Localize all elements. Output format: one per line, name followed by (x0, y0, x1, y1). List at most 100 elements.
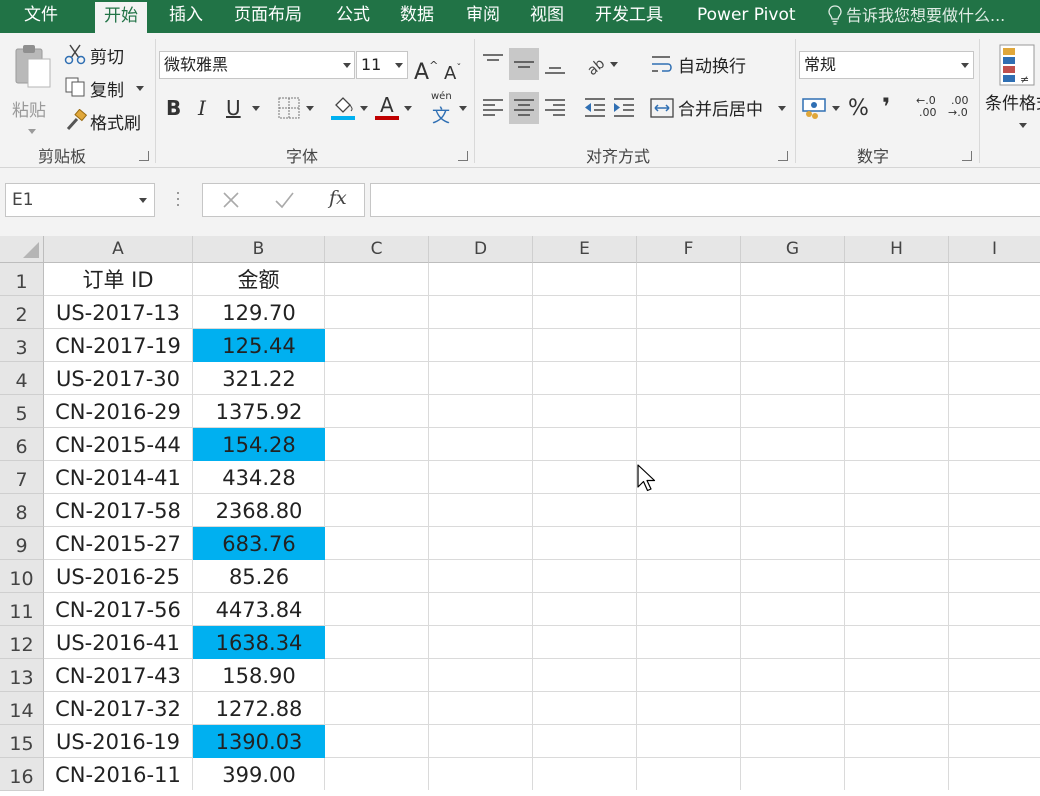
cell-b[interactable]: 1272.88 (193, 692, 325, 725)
align-left-icon[interactable] (480, 95, 506, 121)
cell-a[interactable]: CN-2015-44 (44, 428, 192, 461)
cell-a[interactable]: US-2017-30 (44, 362, 192, 395)
comma-style-button[interactable]: ❜ (882, 93, 896, 121)
font-name-combo[interactable]: 微软雅黑 (159, 51, 355, 79)
cell-a[interactable]: US-2016-25 (44, 560, 192, 593)
row-header[interactable]: 2 (0, 296, 44, 329)
column-header-e[interactable]: E (533, 236, 637, 263)
row-header[interactable]: 16 (0, 758, 44, 791)
cell-a[interactable]: US-2016-19 (44, 725, 192, 758)
format-painter-button[interactable]: 格式刷 (64, 107, 148, 134)
row-header[interactable]: 15 (0, 725, 44, 758)
conditional-format-button[interactable]: ≠ 条件格式 (984, 41, 1040, 141)
row-header[interactable]: 13 (0, 659, 44, 692)
tab-insert[interactable]: 插入 (169, 0, 203, 33)
tab-developer[interactable]: 开发工具 (595, 0, 663, 33)
name-box-dropdown-icon[interactable] (139, 198, 147, 203)
cell-b[interactable]: 434.28 (193, 461, 325, 494)
cell-b[interactable]: 1375.92 (193, 395, 325, 428)
increase-font-size-icon[interactable]: A^ (414, 53, 438, 85)
cut-button[interactable]: 剪切 (64, 41, 144, 68)
cell-b[interactable]: 125.44 (193, 329, 325, 362)
font-color-icon[interactable]: A (374, 93, 400, 121)
font-name-dropdown-icon[interactable] (343, 63, 351, 68)
align-center-button[interactable] (509, 92, 539, 124)
align-right-icon[interactable] (542, 95, 568, 121)
underline-button[interactable]: U (226, 95, 244, 121)
cell-a[interactable]: CN-2016-29 (44, 395, 192, 428)
align-top-icon[interactable] (480, 51, 506, 77)
phonetic-dropdown-icon[interactable] (459, 106, 467, 111)
tell-me-search[interactable]: 告诉我您想要做什么... (828, 0, 1005, 33)
paste-button[interactable]: 粘贴 (8, 41, 56, 134)
row-header[interactable]: 5 (0, 395, 44, 428)
fill-color-dropdown-icon[interactable] (360, 106, 368, 111)
tab-review[interactable]: 审阅 (466, 0, 500, 33)
accounting-dropdown-icon[interactable] (832, 106, 840, 111)
tab-file[interactable]: 文件 (24, 0, 58, 33)
row-header[interactable]: 3 (0, 329, 44, 362)
column-header-d[interactable]: D (429, 236, 533, 263)
decrease-indent-icon[interactable] (582, 95, 608, 121)
increase-indent-icon[interactable] (611, 95, 637, 121)
column-header-h[interactable]: H (845, 236, 949, 263)
row-header[interactable]: 10 (0, 560, 44, 593)
copy-button[interactable]: 复制 (64, 74, 148, 101)
cell-b1[interactable]: 金额 (193, 263, 324, 296)
number-format-dropdown-icon[interactable] (961, 63, 969, 68)
merge-center-dropdown-icon[interactable] (778, 106, 786, 111)
cell-a[interactable]: US-2017-13 (44, 296, 192, 329)
column-header-a[interactable]: A (44, 236, 193, 263)
row-header[interactable]: 12 (0, 626, 44, 659)
row-header[interactable]: 8 (0, 494, 44, 527)
formula-input[interactable] (370, 183, 1040, 217)
cell-a[interactable]: CN-2015-27 (44, 527, 192, 560)
orientation-dropdown-icon[interactable] (610, 62, 618, 67)
row-header[interactable]: 4 (0, 362, 44, 395)
cell-a[interactable]: CN-2017-56 (44, 593, 192, 626)
insert-function-button[interactable]: fx (329, 187, 347, 209)
cell-b[interactable]: 4473.84 (193, 593, 325, 626)
font-color-dropdown-icon[interactable] (404, 106, 412, 111)
number-launcher-icon[interactable] (962, 151, 972, 161)
tab-data[interactable]: 数据 (400, 0, 434, 33)
phonetic-guide-button[interactable]: wén 文 (430, 91, 456, 127)
italic-button[interactable]: I (198, 95, 212, 121)
clipboard-launcher-icon[interactable] (139, 151, 149, 161)
tab-power-pivot[interactable]: Power Pivot (697, 0, 796, 33)
cell-b[interactable]: 321.22 (193, 362, 325, 395)
cell-b[interactable]: 2368.80 (193, 494, 325, 527)
tab-home[interactable]: 开始 (95, 2, 147, 33)
cell-b[interactable]: 1390.03 (193, 725, 325, 758)
row-header[interactable]: 1 (0, 263, 44, 296)
row-header[interactable]: 14 (0, 692, 44, 725)
tab-view[interactable]: 视图 (530, 0, 564, 33)
font-size-combo[interactable]: 11 (356, 51, 408, 79)
row-header[interactable]: 11 (0, 593, 44, 626)
row-header[interactable]: 7 (0, 461, 44, 494)
cell-b[interactable]: 1638.34 (193, 626, 325, 659)
column-header-g[interactable]: G (741, 236, 845, 263)
accounting-format-icon[interactable] (801, 96, 829, 120)
cell-a[interactable]: US-2016-41 (44, 626, 192, 659)
enter-check-icon[interactable] (273, 190, 295, 210)
cell-b[interactable]: 154.28 (193, 428, 325, 461)
select-all-corner[interactable] (0, 236, 44, 263)
align-middle-button[interactable] (509, 48, 539, 80)
tab-page-layout[interactable]: 页面布局 (234, 0, 302, 33)
wrap-text-button[interactable]: 自动换行 (650, 51, 760, 79)
cell-b[interactable]: 129.70 (193, 296, 325, 329)
font-size-dropdown-icon[interactable] (395, 63, 403, 68)
row-header[interactable]: 6 (0, 428, 44, 461)
conditional-format-dropdown-icon[interactable] (1019, 123, 1027, 128)
cell-a[interactable]: CN-2016-11 (44, 758, 192, 791)
alignment-launcher-icon[interactable] (778, 151, 788, 161)
cell-b[interactable]: 399.00 (193, 758, 325, 791)
cell-b[interactable]: 158.90 (193, 659, 325, 692)
percent-style-button[interactable]: % (848, 95, 870, 123)
column-header-f[interactable]: F (637, 236, 741, 263)
bold-button[interactable]: B (166, 95, 184, 121)
orientation-icon[interactable]: ab (584, 51, 610, 77)
tab-formulas[interactable]: 公式 (336, 0, 370, 33)
column-header-c[interactable]: C (325, 236, 429, 263)
